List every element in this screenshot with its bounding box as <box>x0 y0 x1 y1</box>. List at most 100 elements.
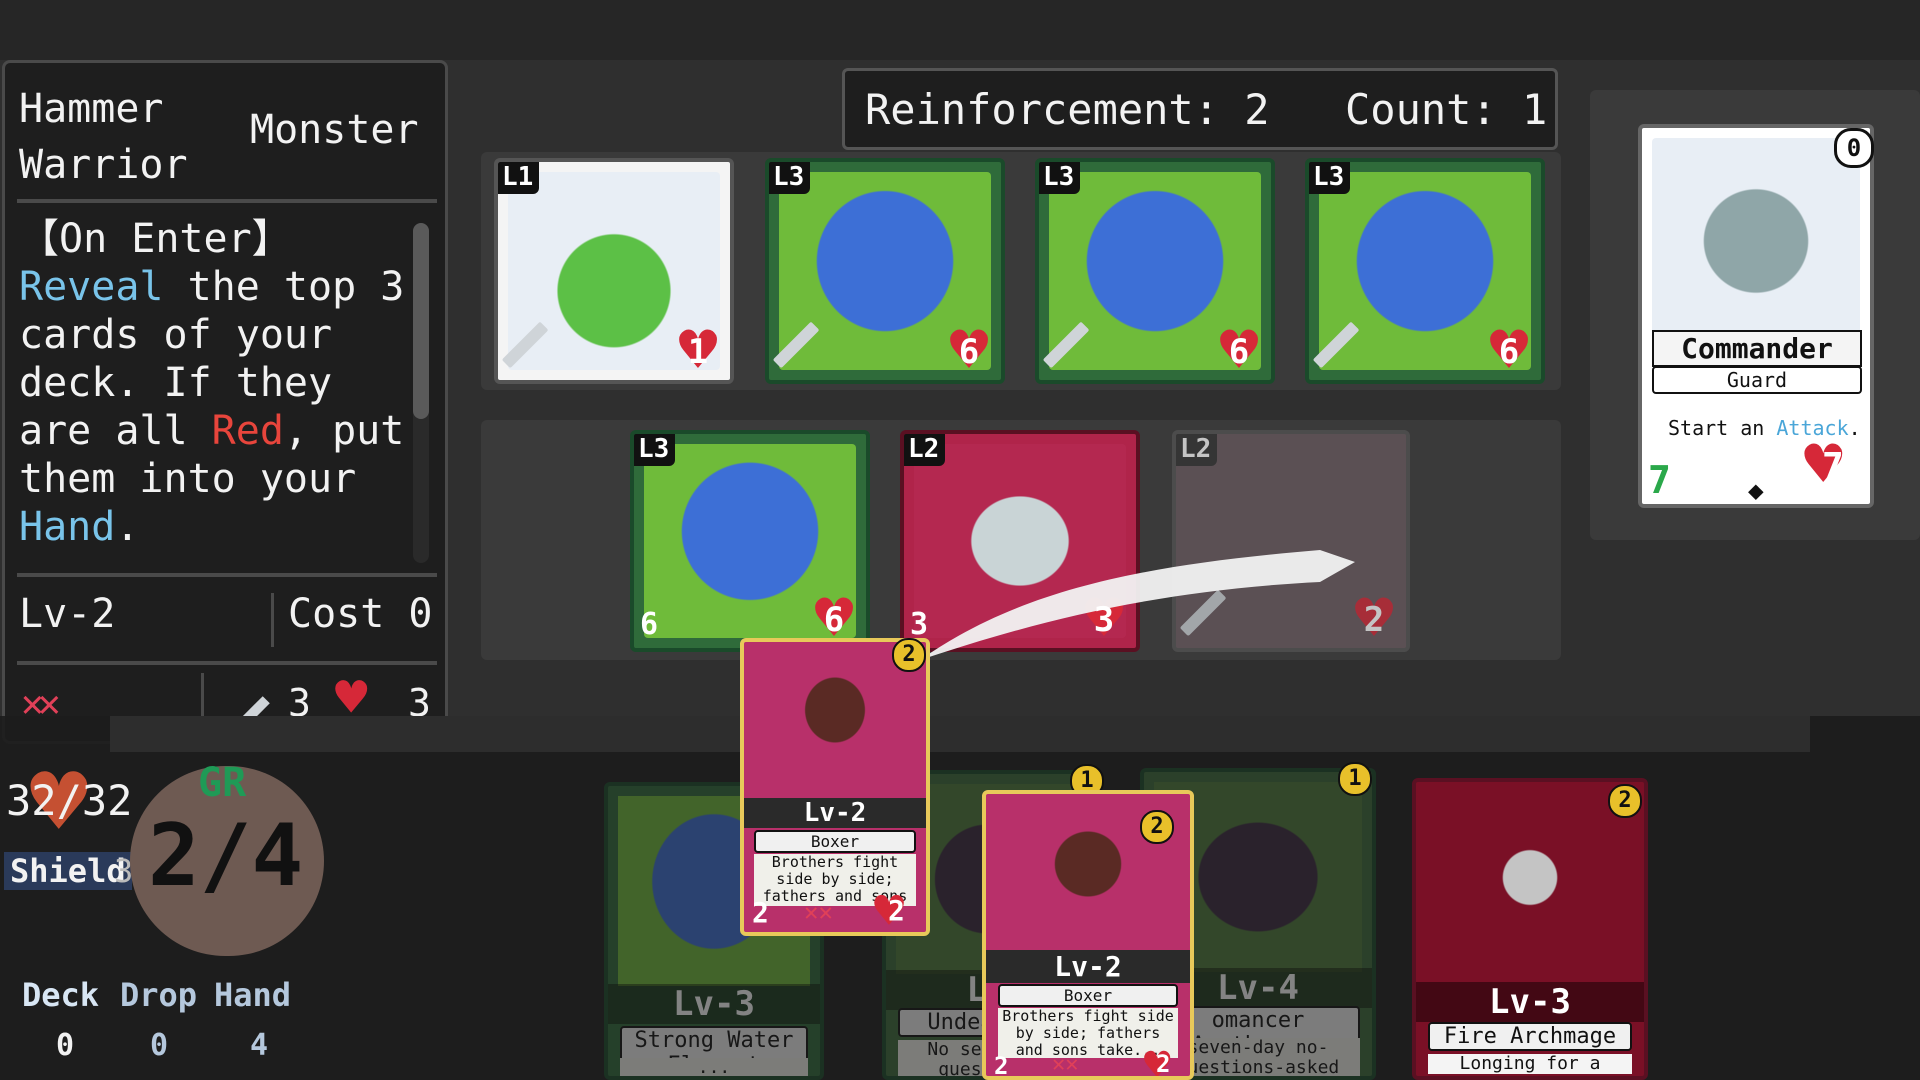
card-name: Boxer <box>754 830 916 853</box>
card-level-badge: L3 <box>769 162 811 194</box>
card-level: Lv-2 <box>744 798 926 828</box>
commander-text-a: Start an <box>1668 416 1777 440</box>
card-hp: 6 <box>1215 316 1263 380</box>
card-type: Monster <box>250 107 419 153</box>
hp-value: 6 <box>1498 332 1520 372</box>
top-bar <box>0 0 1920 60</box>
desc-line: deck. If they <box>19 360 333 406</box>
commander-hp: 7 <box>1822 446 1844 487</box>
field-card-water-element[interactable]: L3 6 <box>1305 158 1545 384</box>
card-marks: ✕✕ <box>1052 1052 1079 1077</box>
hp-value: 3 <box>1093 600 1115 640</box>
card-hp: 2 <box>888 894 905 927</box>
keyword-reveal[interactable]: Reveal <box>19 264 164 310</box>
reinforcement-box: Reinforcement: 2 Count: 1 <box>842 68 1558 150</box>
commander-counter: 0 <box>1834 128 1874 168</box>
card-name-line1: Hammer <box>19 86 164 132</box>
gr-value: 2/4 <box>148 806 304 906</box>
commander-name: Commander <box>1652 330 1862 367</box>
commander-text-c: . <box>1848 416 1861 440</box>
card-info-panel: Hammer Warrior Monster 【On Enter】 Reveal… <box>2 60 448 744</box>
keyword-hand[interactable]: Hand <box>19 504 115 550</box>
card-hp: 2 <box>1156 1050 1171 1078</box>
divider <box>17 661 437 665</box>
desc-line: 【On Enter】 <box>19 216 292 262</box>
card-flavor: ... <box>620 1058 808 1076</box>
deck-count: 0 <box>56 1028 75 1063</box>
card-attack: 6 <box>640 607 659 642</box>
desc-text: , put <box>283 408 405 454</box>
card-flavor: Longing for a <box>1428 1054 1632 1074</box>
drop-button[interactable]: Drop <box>120 976 197 1014</box>
card-level-badge: L3 <box>1039 162 1081 194</box>
card-name: Fire Archmage <box>1428 1022 1632 1051</box>
desc-text: the top 3 <box>163 264 405 310</box>
commander-attack: 7 <box>1648 458 1671 502</box>
shield-label: Shield <box>4 852 132 890</box>
drag-arrow-path <box>920 550 1355 660</box>
hp-value: 1 <box>687 332 709 372</box>
field-card-water-element[interactable]: L3 6 <box>765 158 1005 384</box>
card-art <box>1426 792 1634 982</box>
reinforcement-label: Reinforcement: 2 <box>865 85 1270 134</box>
cost-coin: 2 <box>1140 810 1174 844</box>
player-hp: 32/32 <box>6 776 133 825</box>
hand-area-top-strip <box>110 716 1810 752</box>
hp-value: 6 <box>823 600 845 640</box>
hp-value: 6 <box>958 332 980 372</box>
field-card-water-element[interactable]: L3 6 6 <box>630 430 870 652</box>
card-cost: Cost 0 <box>288 591 433 637</box>
card-art <box>1652 138 1860 344</box>
commander-type: Guard <box>1652 366 1862 394</box>
card-level-badge: L1 <box>498 162 540 194</box>
keyword-red: Red <box>211 408 284 454</box>
card-level: Lv-3 <box>608 984 820 1024</box>
desc-line: Hand. <box>19 503 409 551</box>
card-level-badge: L3 <box>634 434 676 466</box>
card-attack: 2 <box>994 1052 1009 1080</box>
card-marks: ✕✕ <box>804 898 833 926</box>
divider <box>271 593 274 647</box>
cost-coin: 2 <box>1608 784 1642 818</box>
divider <box>17 573 437 577</box>
hand-button[interactable]: Hand <box>214 976 291 1014</box>
card-level: Lv-2 <box>19 591 116 637</box>
diamond-icon: ◆ <box>1748 476 1764 506</box>
card-level-badge: L2 <box>1176 434 1218 466</box>
hand-card-fire-archmage[interactable]: Lv-3 Fire Archmage Longing for a <box>1412 778 1648 1080</box>
card-level-badge: L3 <box>1309 162 1351 194</box>
hand-count: 4 <box>250 1028 269 1063</box>
card-hp: 6 <box>945 316 993 380</box>
field-card-slime[interactable]: L1 1 <box>494 158 734 384</box>
divider <box>17 199 437 203</box>
card-name: Hammer Warrior <box>19 81 188 193</box>
drop-count: 0 <box>150 1028 169 1063</box>
deck-button[interactable]: Deck <box>22 976 99 1014</box>
desc-line: them into your <box>19 456 357 502</box>
desc-line: Reveal the top 3 <box>19 263 409 311</box>
card-hp: 1 <box>674 316 722 380</box>
hp-value: 6 <box>1228 332 1250 372</box>
desc-line: cards of your <box>19 312 333 358</box>
cost-coin: 2 <box>892 638 926 672</box>
gr-label: GR <box>198 760 247 806</box>
desc-text: are all <box>19 408 212 454</box>
card-level-badge: L2 <box>904 434 946 466</box>
cost-coin: 1 <box>1338 762 1372 796</box>
card-level: Lv-3 <box>1416 982 1644 1022</box>
desc-line: are all Red, put <box>19 407 409 455</box>
card-hp: 6 <box>810 584 858 648</box>
description-scrollbar-thumb[interactable] <box>413 223 429 419</box>
card-attack: 2 <box>752 896 769 929</box>
dragged-card-boxer[interactable]: Lv-2 Boxer Brothers fight side by side; … <box>740 638 930 936</box>
desc-text: . <box>115 504 140 550</box>
card-art <box>752 650 918 800</box>
reinforcement-count: Count: 1 <box>1345 85 1548 134</box>
card-name-line2: Warrior <box>19 142 188 188</box>
card-level: Lv-2 <box>986 950 1190 983</box>
card-hp: 6 <box>1485 316 1533 380</box>
field-card-water-element[interactable]: L3 6 <box>1035 158 1275 384</box>
card-name: Boxer <box>998 984 1178 1007</box>
drag-arrow <box>920 550 1355 660</box>
card-description: 【On Enter】 Reveal the top 3 cards of you… <box>19 215 409 551</box>
